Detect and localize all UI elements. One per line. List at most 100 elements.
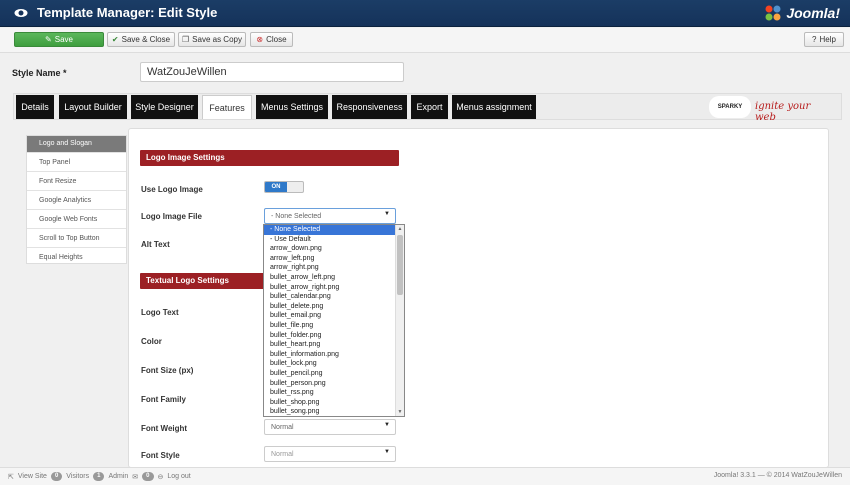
dropdown-options: - None Selected - Use Default arrow_down.p… (264, 225, 397, 416)
tab-bar: Details Layout Builder Style Designer Fe… (13, 93, 842, 123)
color-label: Color (141, 337, 162, 346)
admin-count: 1 (93, 472, 105, 481)
visitors-count: 0 (50, 472, 63, 481)
sidebar-item-google-web-fonts[interactable]: Google Web Fonts (27, 210, 126, 229)
dropdown-option[interactable]: arrow_down.png (264, 244, 397, 254)
toggle-on: ON (265, 182, 287, 192)
scroll-up-icon[interactable]: ▲ (396, 226, 404, 232)
sidebar-item-google-analytics[interactable]: Google Analytics (27, 191, 126, 210)
use-logo-image-label: Use Logo Image (141, 185, 203, 194)
tab-style-designer[interactable]: Style Designer (131, 95, 198, 119)
font-family-label: Font Family (141, 395, 186, 404)
dropdown-option[interactable]: bullet_person.png (264, 379, 397, 389)
dropdown-option[interactable]: bullet_calendar.png (264, 292, 397, 302)
font-weight-select[interactable]: Normal ▼ (264, 419, 396, 435)
dropdown-option[interactable]: bullet_pencil.png (264, 369, 397, 379)
minus-icon: ⊖ (157, 473, 164, 481)
font-weight-label: Font Weight (141, 424, 188, 433)
scroll-down-icon[interactable]: ▼ (396, 409, 404, 415)
page-title: Template Manager: Edit Style (37, 5, 218, 20)
help-icon: ? (812, 35, 817, 44)
dropdown-option[interactable]: arrow_right.png (264, 263, 397, 273)
tab-menus-assignment[interactable]: Menus assignment (452, 95, 536, 119)
select-value: Normal (271, 424, 294, 431)
eye-icon (14, 9, 28, 17)
visitors-label: Visitors (66, 473, 90, 480)
dropdown-option[interactable]: bullet_song.png (264, 407, 397, 416)
tab-features[interactable]: Features (202, 95, 252, 119)
logo-image-file-dropdown[interactable]: - None Selected - Use Default arrow_down.p… (263, 224, 405, 417)
dropdown-option[interactable]: bullet_file.png (264, 321, 397, 331)
copy-icon: ❐ (182, 35, 190, 44)
dropdown-option[interactable]: bullet_lock.png (264, 359, 397, 369)
save-as-copy-button[interactable]: ❐ Save as Copy (178, 32, 246, 47)
status-bar: ⇱ View Site 0 Visitors 1 Admin ✉ 0 ⊖ Log… (0, 467, 850, 485)
sidebar-item-logo-slogan[interactable]: Logo and Slogan (27, 136, 126, 153)
sidebar-item-equal-heights[interactable]: Equal Heights (27, 248, 126, 267)
tab-responsiveness[interactable]: Responsiveness (332, 95, 407, 119)
chevron-down-icon: ▼ (384, 422, 390, 428)
tab-export[interactable]: Export (411, 95, 448, 119)
close-icon: ⊗ (256, 35, 264, 44)
messages-count: 0 (142, 472, 154, 481)
logo-text-label: Logo Text (141, 308, 179, 317)
scroll-thumb[interactable] (397, 235, 403, 295)
logo-image-file-select[interactable]: - None Selected ▼ (264, 208, 396, 224)
alt-text-label: Alt Text (141, 240, 170, 249)
app-header: Template Manager: Edit Style Joomla! (0, 0, 850, 27)
font-size-label: Font Size (px) (141, 366, 194, 375)
dropdown-option[interactable]: arrow_left.png (264, 254, 397, 264)
tab-details[interactable]: Details (16, 95, 54, 119)
dropdown-option[interactable]: - Use Default (264, 235, 397, 245)
sidebar-item-scroll-top[interactable]: Scroll to Top Button (27, 229, 126, 248)
dropdown-option[interactable]: bullet_email.png (264, 311, 397, 321)
dropdown-option[interactable]: bullet_shop.png (264, 398, 397, 408)
envelope-icon: ✉ (132, 473, 139, 481)
section-logo-image: Logo Image Settings (140, 150, 399, 166)
dropdown-option[interactable]: bullet_arrow_right.png (264, 283, 397, 293)
use-logo-image-toggle[interactable]: ON (264, 181, 304, 193)
style-name-label: Style Name * (12, 68, 67, 78)
check-icon: ✔ (111, 35, 119, 44)
dropdown-option[interactable]: bullet_folder.png (264, 331, 397, 341)
view-site-link[interactable]: View Site (18, 473, 47, 480)
admin-label: Admin (108, 473, 129, 480)
logo-image-file-label: Logo Image File (141, 212, 202, 221)
external-link-icon: ⇱ (8, 473, 14, 481)
sparky-logo: SPARKY ignite your web (709, 96, 833, 123)
save-button[interactable]: ✎ Save (14, 32, 104, 47)
sidebar-item-top-panel[interactable]: Top Panel (27, 153, 126, 172)
dropdown-option[interactable]: bullet_rss.png (264, 388, 397, 398)
chevron-down-icon: ▼ (384, 449, 390, 455)
joomla-icon (765, 5, 781, 21)
select-value: Normal (271, 451, 294, 458)
close-button[interactable]: ⊗ Close (250, 32, 293, 47)
help-button[interactable]: ? Help (804, 32, 844, 47)
joomla-logo[interactable]: Joomla! (764, 3, 840, 23)
tab-layout-builder[interactable]: Layout Builder (59, 95, 127, 119)
footer-text: Joomla! 3.3.1 — © 2014 WatZouJeWillen (713, 472, 842, 479)
font-style-label: Font Style (141, 451, 180, 460)
dropdown-scrollbar[interactable]: ▲ ▼ (395, 225, 404, 416)
sidebar-item-font-resize[interactable]: Font Resize (27, 172, 126, 191)
main-panel (128, 128, 829, 468)
dropdown-option[interactable]: - None Selected (264, 225, 397, 235)
dropdown-option[interactable]: bullet_information.png (264, 350, 397, 360)
joomla-brand: Joomla! (786, 5, 840, 21)
dropdown-option[interactable]: bullet_arrow_left.png (264, 273, 397, 283)
toolbar: ✎ Save ✔ Save & Close ❐ Save as Copy ⊗ Close… (0, 28, 850, 53)
dropdown-option[interactable]: bullet_delete.png (264, 302, 397, 312)
features-sidebar: Logo and Slogan Top Panel Font Resize Go… (26, 135, 127, 264)
select-value: - None Selected (271, 213, 322, 220)
dropdown-option[interactable]: bullet_heart.png (264, 340, 397, 350)
sparky-badge: SPARKY (709, 96, 751, 118)
tab-menus-settings[interactable]: Menus Settings (256, 95, 328, 119)
logout-link[interactable]: Log out (167, 473, 190, 480)
chevron-down-icon: ▼ (384, 211, 390, 217)
edit-icon: ✎ (45, 35, 52, 44)
style-name-input[interactable] (140, 62, 404, 82)
status-left: ⇱ View Site 0 Visitors 1 Admin ✉ 0 ⊖ Log… (8, 472, 191, 481)
sparky-tagline: ignite your web (755, 101, 811, 123)
save-close-button[interactable]: ✔ Save & Close (107, 32, 175, 47)
font-style-select[interactable]: Normal ▼ (264, 446, 396, 462)
